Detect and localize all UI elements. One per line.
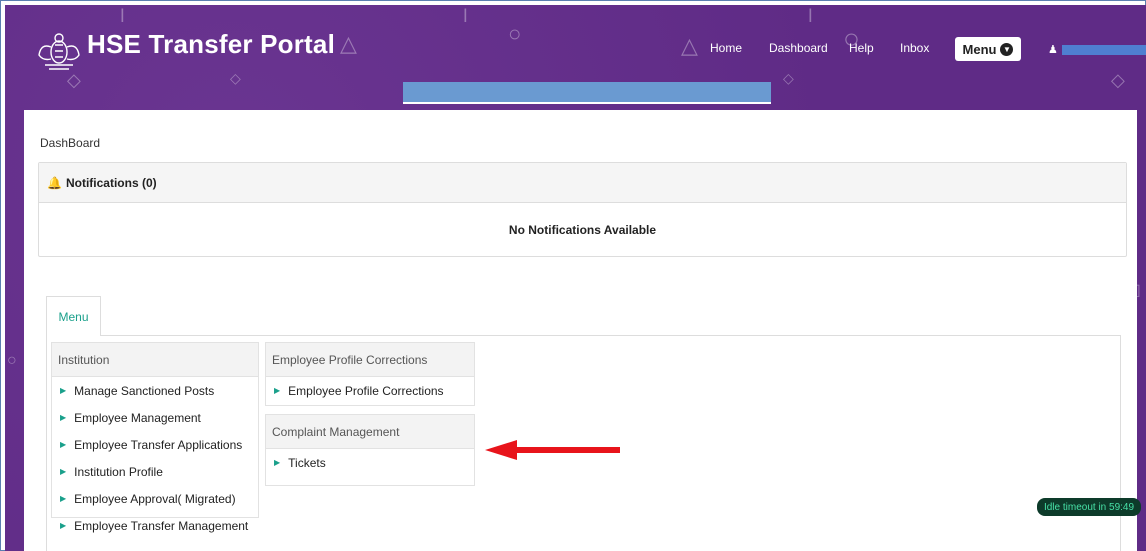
tab-menu[interactable]: Menu: [46, 296, 101, 336]
idle-timeout-badge: Idle timeout in 59:49: [1037, 498, 1141, 516]
menu-button-label: Menu: [962, 41, 997, 57]
nav-dashboard[interactable]: Dashboard: [769, 41, 828, 55]
section-title-institution: Institution: [52, 343, 258, 377]
notifications-empty: No Notifications Available: [508, 223, 657, 237]
decor-line-icon: ǀ: [808, 6, 813, 26]
decor-triangle-icon: △: [681, 33, 698, 58]
menu-item-label: Employee Management: [74, 410, 201, 425]
bell-icon: 🔔: [47, 175, 62, 190]
section-title-complaint-management: Complaint Management: [266, 415, 474, 449]
menu-item-employee-transfer-management[interactable]: ▶ Employee Transfer Management: [52, 512, 258, 539]
employee-profile-corrections-card: Employee Profile Corrections ▶ Employee …: [265, 342, 475, 406]
caret-right-icon: ▶: [60, 521, 67, 530]
app-header: ǀ △ ǀ ○ △ ǀ ○ ◇ ◇ ◇ ◇ ○ ▯ HSE Transfer P…: [5, 5, 1146, 551]
caret-right-icon: ▶: [60, 386, 67, 395]
menu-item-tickets[interactable]: ▶ Tickets: [266, 449, 474, 476]
redacted-banner: [403, 82, 771, 104]
caret-right-icon: ▶: [274, 458, 281, 467]
decor-line-icon: ǀ: [463, 6, 468, 26]
decor-circle-icon: ○: [7, 352, 17, 369]
nav-inbox[interactable]: Inbox: [900, 41, 929, 55]
nav-home[interactable]: Home: [710, 41, 742, 55]
caret-right-icon: ▶: [60, 467, 67, 476]
notifications-header[interactable]: 🔔 Notifications (0): [39, 163, 1126, 203]
menu-item-label: Tickets: [288, 455, 326, 470]
caret-right-icon: ▶: [60, 494, 67, 503]
menu-item-label: Employee Approval( Migrated): [74, 491, 236, 506]
chevron-down-icon: ▼: [1000, 42, 1014, 56]
institution-card: Institution ▶ Manage Sanctioned Posts ▶ …: [51, 342, 259, 533]
decor-circle-icon: ○: [508, 21, 522, 46]
menu-item-employee-profile-corrections[interactable]: ▶ Employee Profile Corrections: [266, 377, 474, 404]
caret-right-icon: ▶: [60, 413, 67, 422]
caret-right-icon: ▶: [274, 386, 281, 395]
menu-item-label: Institution Profile: [74, 464, 163, 479]
menu-item-label: Employee Transfer Applications: [74, 437, 243, 452]
menu-item-institution-profile[interactable]: ▶ Institution Profile: [52, 458, 258, 485]
decor-triangle-icon: △: [340, 31, 357, 56]
decor-diamond-icon: ◇: [67, 70, 81, 90]
notifications-panel: 🔔 Notifications (0) No Notifications Ava…: [38, 162, 1127, 257]
menu-item-manage-sanctioned-posts[interactable]: ▶ Manage Sanctioned Posts: [52, 377, 258, 404]
red-annotation-arrow-icon: [485, 440, 620, 460]
section-title-employee-profile-corrections: Employee Profile Corrections: [266, 343, 474, 377]
decor-line-icon: ǀ: [120, 6, 125, 26]
decor-diamond-icon: ◇: [783, 70, 794, 86]
menu-item-label: Employee Transfer Management: [74, 518, 249, 533]
user-name-redacted[interactable]: [1062, 45, 1146, 55]
breadcrumb: DashBoard: [40, 136, 101, 150]
kerala-emblem-icon: [38, 33, 80, 70]
menu-dropdown-button[interactable]: Menu ▼: [955, 37, 1021, 61]
main-panel: DashBoard 🔔 Notifications (0) No Notific…: [24, 110, 1137, 551]
complaint-management-card: Complaint Management ▶ Tickets: [265, 414, 475, 486]
user-icon[interactable]: ♟: [1048, 43, 1058, 56]
menu-item-label: Employee Profile Corrections: [288, 383, 444, 398]
caret-right-icon: ▶: [60, 440, 67, 449]
brand-title[interactable]: HSE Transfer Portal: [87, 29, 335, 60]
notifications-title: Notifications (0): [65, 175, 157, 190]
menu-item-label: Manage Sanctioned Posts: [74, 383, 215, 398]
decor-diamond-icon: ◇: [230, 70, 241, 86]
menu-item-employee-management[interactable]: ▶ Employee Management: [52, 404, 258, 431]
nav-help[interactable]: Help: [849, 41, 874, 55]
menu-item-employee-transfer-applications[interactable]: ▶ Employee Transfer Applications: [52, 431, 258, 458]
decor-diamond-icon: ◇: [1111, 70, 1125, 90]
menu-item-employee-approval-migrated[interactable]: ▶ Employee Approval( Migrated): [52, 485, 258, 512]
